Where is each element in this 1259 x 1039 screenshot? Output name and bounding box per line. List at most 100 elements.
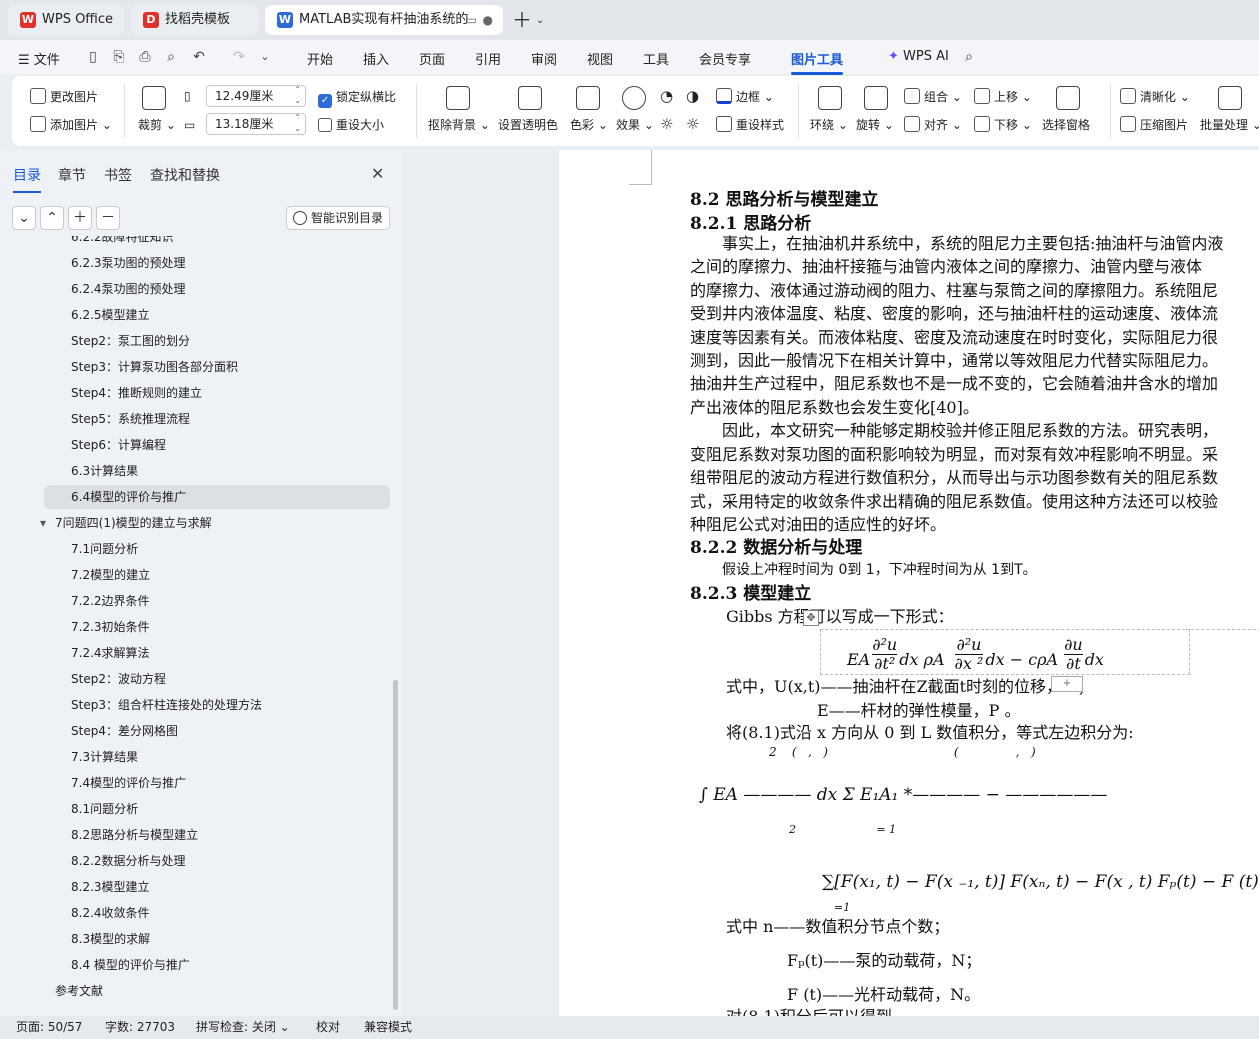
toc-item[interactable]: 7.2模型的建立 — [44, 563, 390, 587]
reset-style-button[interactable]: 重设样式 — [716, 116, 784, 133]
menu-tools[interactable]: 工具 — [643, 49, 669, 68]
remove-heading-button[interactable]: － — [96, 206, 120, 230]
menu-view[interactable]: 视图 — [587, 49, 613, 68]
contrast-up-icon[interactable]: ◑ — [686, 88, 699, 104]
undo-icon[interactable]: ↶ — [190, 48, 208, 66]
wps-ai-button[interactable]: ✦ WPS AI — [888, 49, 949, 64]
toc-item[interactable]: ▾ 7问题四(1)模型的建立与求解 — [40, 511, 390, 535]
menu-references[interactable]: 引用 — [475, 49, 501, 68]
toc-item[interactable]: Step5：系统推理流程 — [44, 407, 390, 431]
reset-size-button[interactable]: 重设大小 — [318, 117, 384, 133]
set-transparent-button[interactable]: 设置透明色 — [498, 117, 558, 133]
search-icon[interactable]: ⌕ — [960, 48, 978, 66]
move-handle-icon[interactable]: ✥ — [803, 610, 819, 626]
toc-item[interactable]: 8.3模型的求解 — [44, 927, 390, 951]
toc-item[interactable]: 7.1问题分析 — [44, 537, 390, 561]
toc-item[interactable]: 6.4模型的评价与推广 — [44, 485, 390, 509]
menu-review[interactable]: 审阅 — [531, 49, 557, 68]
toc-item[interactable]: 8.2.2数据分析与处理 — [44, 849, 390, 873]
tab-document[interactable]: W MATLAB实现有杆抽油系统的 ▭ ● — [265, 5, 503, 35]
proofread-button[interactable]: 校对 — [316, 1016, 340, 1039]
change-image-button[interactable]: 更改图片 — [30, 88, 98, 105]
toc-item[interactable]: 8.2思路分析与模型建立 — [44, 823, 390, 847]
toc-item[interactable]: 7.2.2边界条件 — [44, 589, 390, 613]
sharpen-button[interactable]: 清晰化 ⌄ — [1120, 88, 1190, 105]
print-icon[interactable]: ⎙ — [136, 48, 154, 66]
toc-item[interactable]: 6.2.2故障特征知识 — [44, 236, 390, 249]
menu-home[interactable]: 开始 — [307, 49, 333, 68]
toc-item[interactable]: Step4：推断规则的建立 — [44, 381, 390, 405]
tab-wps-office[interactable]: W WPS Office — [8, 5, 124, 35]
align-button[interactable]: 对齐 ⌄ — [904, 116, 962, 133]
batch-button[interactable]: 批量处理 ⌄ — [1200, 117, 1259, 133]
export-icon[interactable]: ⎘ — [110, 48, 128, 66]
contrast-down-icon[interactable]: ☼ — [686, 116, 699, 132]
collapse-up-button[interactable]: ⌃ — [40, 206, 64, 230]
tab-find-replace[interactable]: 查找和替换 — [150, 165, 220, 185]
close-pane-icon[interactable]: ✕ — [371, 164, 384, 183]
toc-item[interactable]: 参考文献 — [40, 979, 390, 1003]
toc-item[interactable]: 7.4模型的评价与推广 — [44, 771, 390, 795]
toc-item[interactable]: 8.2.3模型建立 — [44, 875, 390, 899]
group-button[interactable]: 组合 ⌄ — [904, 88, 962, 105]
menu-insert[interactable]: 插入 — [363, 49, 389, 68]
crop-icon[interactable] — [142, 86, 166, 110]
compress-image-button[interactable]: 压缩图片 — [1120, 116, 1188, 133]
height-input[interactable]: 13.18厘米 — [206, 112, 306, 135]
move-up-button[interactable]: 上移 ⌄ — [974, 88, 1032, 105]
toc-item[interactable]: Step3：组合杆柱连接处的处理方法 — [44, 693, 390, 717]
toc-item[interactable]: Step2：泵工图的划分 — [44, 329, 390, 353]
lock-ratio-checkbox[interactable]: ✓ 锁定纵横比 — [318, 89, 396, 108]
redo-icon[interactable]: ↷ — [230, 48, 248, 66]
file-menu[interactable]: ☰ 文件 — [18, 49, 60, 68]
toc-item[interactable]: 7.2.3初始条件 — [44, 615, 390, 639]
toc-scrollbar[interactable] — [393, 680, 398, 1010]
add-heading-button[interactable]: ＋ — [68, 206, 92, 230]
toc-item[interactable]: 6.2.4泵功图的预处理 — [44, 277, 390, 301]
new-tab-button[interactable]: ＋ ⌄ — [512, 8, 544, 33]
toc-item[interactable]: 7.2.4求解算法 — [44, 641, 390, 665]
effect-button[interactable]: 效果 ⌄ — [616, 117, 654, 133]
close-tab-icon[interactable]: ● — [483, 5, 493, 35]
tab-docer[interactable]: D 找稻壳模板 — [131, 5, 259, 35]
quick-access-more-icon[interactable]: ⌄ — [256, 48, 274, 66]
rotate-button[interactable]: 旋转 ⌄ — [856, 117, 894, 133]
page-count[interactable]: 页面: 50/57 — [16, 1016, 82, 1039]
move-down-button[interactable]: 下移 ⌄ — [974, 116, 1032, 133]
menu-page[interactable]: 页面 — [419, 49, 445, 68]
menu-member[interactable]: 会员专享 — [699, 49, 751, 68]
collapse-down-button[interactable]: ⌄ — [12, 206, 36, 230]
tab-toc[interactable]: 目录 — [13, 165, 41, 193]
toc-item[interactable]: Step3：计算泵功图各部分面积 — [44, 355, 390, 379]
toc-item[interactable]: 6.3计算结果 — [44, 459, 390, 483]
expand-arrow-icon[interactable]: ▾ — [40, 511, 46, 535]
smart-toc-button[interactable]: 智能识别目录 — [286, 206, 390, 230]
menu-picture-tools[interactable]: 图片工具 — [791, 49, 844, 75]
toc-item[interactable]: 8.1问题分析 — [44, 797, 390, 821]
toc-item[interactable]: Step2：波动方程 — [44, 667, 390, 691]
save-icon[interactable]: ▯ — [84, 48, 102, 66]
remove-background-button[interactable]: 抠除背景 ⌄ — [428, 117, 490, 133]
wrap-button[interactable]: 环绕 ⌄ — [810, 117, 848, 133]
crop-button[interactable]: 裁剪 ⌄ — [138, 117, 176, 133]
brightness-down-icon[interactable]: ☼ — [660, 116, 673, 132]
toc-item[interactable]: 8.2.4收敛条件 — [44, 901, 390, 925]
add-row-icon[interactable]: + — [1051, 676, 1083, 692]
width-input[interactable]: 12.49厘米 — [206, 84, 306, 107]
print-preview-icon[interactable]: ⌕ — [162, 48, 180, 66]
color-button[interactable]: 色彩 ⌄ — [570, 117, 608, 133]
spell-check-toggle[interactable]: 拼写检查: 关闭 ⌄ — [196, 1016, 290, 1039]
toc-item[interactable]: 7.3计算结果 — [44, 745, 390, 769]
selection-pane-button[interactable]: 选择窗格 — [1042, 117, 1090, 133]
tab-sections[interactable]: 章节 — [58, 165, 86, 185]
brightness-up-icon[interactable]: ◔ — [660, 88, 673, 104]
toc-item[interactable]: 8.4 模型的评价与推广 — [44, 953, 390, 977]
tab-bookmarks[interactable]: 书签 — [104, 165, 132, 185]
add-image-button[interactable]: 添加图片 ⌄ — [30, 116, 112, 133]
toc-item[interactable]: 6.2.3泵功图的预处理 — [44, 251, 390, 275]
word-count[interactable]: 字数: 27703 — [105, 1016, 175, 1039]
toc-item[interactable]: 6.2.5模型建立 — [44, 303, 390, 327]
toc-item[interactable]: Step4：差分网格图 — [44, 719, 390, 743]
border-button[interactable]: 边框 ⌄ — [716, 88, 774, 105]
toc-item[interactable]: Step6：计算编程 — [44, 433, 390, 457]
